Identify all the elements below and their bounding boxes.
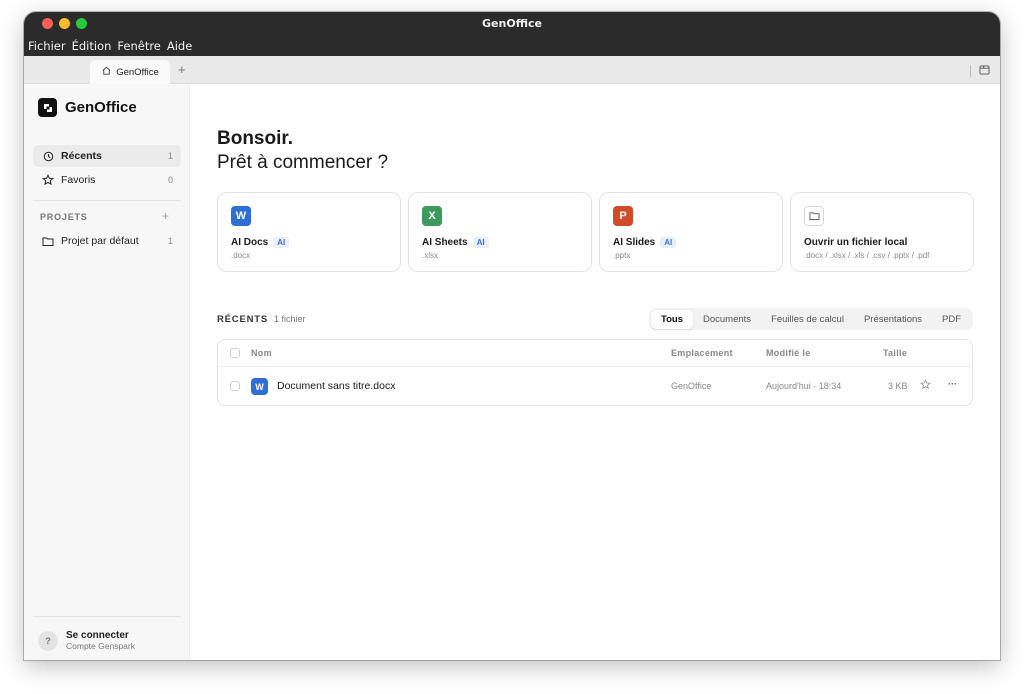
select-all-checkbox[interactable] <box>230 348 240 358</box>
word-icon: W <box>231 206 251 226</box>
recents-table: Nom Emplacement Modifié le Taille W Docu… <box>217 339 973 406</box>
more-options-button[interactable]: ··· <box>948 379 957 389</box>
recents-title: RÉCENTS <box>217 314 268 325</box>
filter-tous[interactable]: Tous <box>651 309 693 329</box>
main-content: Bonsoir. Prêt à commencer ? W AI Docs AI… <box>191 84 1000 660</box>
excel-icon: X <box>422 206 442 226</box>
ai-badge: AI <box>660 237 677 248</box>
menu-edition[interactable]: Édition <box>72 39 112 53</box>
favorite-star-icon[interactable] <box>919 378 932 392</box>
recents-file-count: 1 fichier <box>274 314 306 324</box>
folder-icon <box>804 206 824 226</box>
file-location: GenOffice <box>671 381 712 391</box>
recents-count: 1 <box>167 151 173 161</box>
clock-icon <box>41 149 55 163</box>
table-header: Nom Emplacement Modifié le Taille <box>218 340 972 367</box>
card-ai-slides[interactable]: P AI Slides AI .pptx <box>599 192 783 272</box>
menu-bar: Fichier Édition Fenêtre Aide <box>24 36 1000 56</box>
filter-feuilles-de-calcul[interactable]: Feuilles de calcul <box>761 310 854 329</box>
tab-divider <box>970 65 971 77</box>
sidebar: GenOffice Récents 1 Favoris 0 PROJETS + … <box>24 84 190 660</box>
card-subtitle: .pptx <box>613 251 631 260</box>
card-ai-sheets[interactable]: X AI Sheets AI .xlsx <box>408 192 592 272</box>
tab-bar: GenOffice + <box>24 56 1000 84</box>
sidebar-item-recents[interactable]: Récents 1 <box>33 145 181 167</box>
card-title: AI Sheets AI <box>422 237 489 248</box>
sidebar-divider <box>33 200 181 201</box>
home-icon <box>101 65 112 79</box>
file-size: 3 KB <box>888 381 908 391</box>
file-modified: Aujourd'hui · 18:34 <box>766 381 842 391</box>
tab-label: GenOffice <box>116 66 159 78</box>
card-title-text: AI Docs <box>231 237 269 248</box>
filter-pdf[interactable]: PDF <box>932 310 971 329</box>
menu-aide[interactable]: Aide <box>167 39 192 53</box>
card-title-text: AI Sheets <box>422 237 468 248</box>
menu-fichier[interactable]: Fichier <box>28 39 66 53</box>
sidebar-toggle-icon[interactable] <box>979 62 990 80</box>
card-subtitle: .docx <box>231 251 251 260</box>
page-subtitle: Prêt à commencer ? <box>217 152 389 173</box>
card-open-local-file[interactable]: Ouvrir un fichier local .docx / .xlsx / … <box>790 192 974 272</box>
title-bar: GenOffice <box>24 12 1000 36</box>
tab-genoffice[interactable]: GenOffice <box>90 60 170 84</box>
sidebar-item-label: Projet par défaut <box>61 235 139 247</box>
sidebar-item-label: Favoris <box>61 174 96 186</box>
card-title-text: AI Slides <box>613 237 656 248</box>
brand-name: GenOffice <box>65 99 137 116</box>
sidebar-item-projet-par-defaut[interactable]: Projet par défaut 1 <box>33 230 181 252</box>
account-text: Se connecter Compte Genspark <box>66 630 135 651</box>
sidebar-item-favoris[interactable]: Favoris 0 <box>33 169 181 191</box>
sign-in-button[interactable]: ? Se connecter Compte Genspark <box>38 630 135 651</box>
row-checkbox[interactable] <box>230 381 240 391</box>
star-icon <box>41 173 55 187</box>
sidebar-item-label: Récents <box>61 150 102 162</box>
card-title: AI Slides AI <box>613 237 677 248</box>
tab-bar-actions <box>970 62 990 80</box>
card-title: Ouvrir un fichier local <box>804 237 907 248</box>
recents-header: RÉCENTS 1 fichier <box>217 314 306 325</box>
favoris-count: 0 <box>167 175 173 185</box>
card-subtitle: .xlsx <box>422 251 438 260</box>
table-row[interactable]: W Document sans titre.docx GenOffice Auj… <box>218 367 972 406</box>
app-window: GenOffice Fichier Édition Fenêtre Aide G… <box>24 12 1000 660</box>
ai-badge: AI <box>472 237 489 248</box>
account-name: Se connecter <box>66 630 129 641</box>
filter-documents[interactable]: Documents <box>693 310 761 329</box>
word-icon: W <box>251 378 268 395</box>
filter-tabs: Tous Documents Feuilles de calcul Présen… <box>649 308 974 330</box>
ai-badge: AI <box>273 237 290 248</box>
window-title: GenOffice <box>482 17 542 30</box>
sidebar-bottom-divider <box>33 616 181 617</box>
folder-icon <box>41 234 55 248</box>
card-title-text: Ouvrir un fichier local <box>804 237 908 248</box>
column-location[interactable]: Emplacement <box>671 348 733 358</box>
powerpoint-icon: P <box>613 206 633 226</box>
add-project-button[interactable]: + <box>162 209 169 223</box>
card-title: AI Docs AI <box>231 237 290 248</box>
projects-label: PROJETS <box>40 212 88 222</box>
avatar: ? <box>38 630 58 651</box>
menu-fenetre[interactable]: Fenêtre <box>117 39 160 53</box>
new-tab-button[interactable]: + <box>178 62 186 77</box>
page-title: Bonsoir. <box>217 128 294 149</box>
column-name[interactable]: Nom <box>251 348 272 358</box>
brand: GenOffice <box>38 98 137 117</box>
card-ai-docs[interactable]: W AI Docs AI .docx <box>217 192 401 272</box>
filter-presentations[interactable]: Présentations <box>854 310 932 329</box>
account-subtitle: Compte Genspark <box>66 641 135 651</box>
genoffice-logo-icon <box>38 98 57 117</box>
card-subtitle: .docx / .xlsx / .xls / .csv / .pptx / .p… <box>804 251 930 260</box>
project-count: 1 <box>167 236 173 246</box>
file-name[interactable]: Document sans titre.docx <box>277 380 395 392</box>
column-size[interactable]: Taille <box>883 348 907 358</box>
column-modified[interactable]: Modifié le <box>766 348 811 358</box>
